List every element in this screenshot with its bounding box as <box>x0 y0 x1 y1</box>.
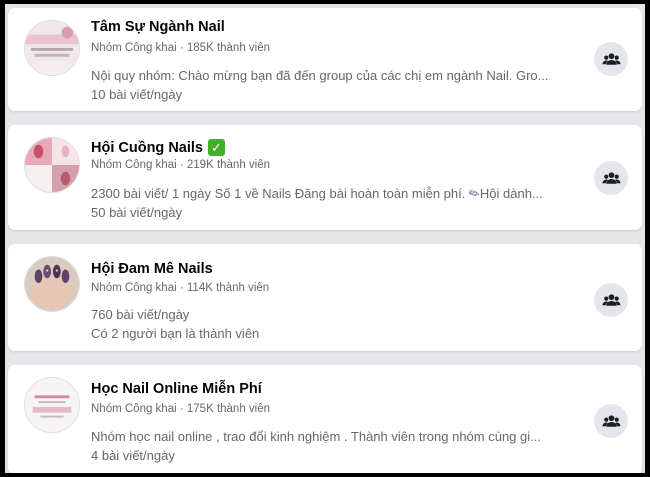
group-meta: Nhóm Công khai · 175K thành viên <box>91 403 270 415</box>
group-name[interactable]: Hội Cuồng Nails <box>91 140 203 156</box>
group-friends-info: Có 2 người bạn là thành viên <box>91 326 260 341</box>
group-description: Nội quy nhóm: Chào mừng bạn đã đến group… <box>91 68 549 83</box>
description-text: 2300 bài viết/ 1 ngày Số 1 về Nails Đăng… <box>91 186 466 201</box>
group-members: 114K thành viên <box>186 282 270 294</box>
group-avatar[interactable] <box>24 20 80 76</box>
group-privacy: Nhóm Công khai <box>91 159 177 171</box>
meta-separator: · <box>176 159 187 171</box>
group-activity: 10 bài viết/ngày <box>91 87 183 102</box>
group-people-icon <box>601 293 621 306</box>
group-activity: 4 bài viết/ngày <box>91 448 175 463</box>
group-avatar[interactable] <box>24 256 80 312</box>
results-list: Tâm Sự Ngành Nail Nhóm Công khai · 185K … <box>5 4 645 473</box>
join-group-button[interactable] <box>594 404 628 438</box>
meta-separator: · <box>176 403 187 415</box>
group-activity: 760 bài viết/ngày <box>91 307 190 322</box>
group-people-icon <box>601 414 621 427</box>
group-privacy: Nhóm Công khai <box>91 42 177 54</box>
group-name[interactable]: Tâm Sự Ngành Nail <box>91 19 225 35</box>
group-members: 219K thành viên <box>186 159 271 171</box>
group-card[interactable]: Học Nail Online Miễn Phí Nhóm Công khai … <box>8 365 642 473</box>
group-card[interactable]: Hội Cuồng Nails ✓ Nhóm Công khai · 219K … <box>8 125 642 230</box>
group-name[interactable]: Học Nail Online Miễn Phí <box>91 381 262 397</box>
group-meta: Nhóm Công khai · 219K thành viên <box>91 159 270 171</box>
group-avatar[interactable] <box>24 377 80 433</box>
group-description: Nhóm học nail online , trao đổi kinh ngh… <box>91 429 541 444</box>
group-members: 175K thành viên <box>186 403 271 415</box>
group-people-icon <box>601 52 621 65</box>
group-meta: Nhóm Công khai · 114K thành viên <box>91 282 269 294</box>
group-card[interactable]: Hội Đam Mê Nails Nhóm Công khai · 114K t… <box>8 244 642 351</box>
group-activity: 50 bài viết/ngày <box>91 205 183 220</box>
group-privacy: Nhóm Công khai <box>91 403 177 415</box>
meta-separator: · <box>176 282 187 294</box>
meta-separator: · <box>176 42 187 54</box>
group-card[interactable]: Tâm Sự Ngành Nail Nhóm Công khai · 185K … <box>8 8 642 111</box>
join-group-button[interactable] <box>594 283 628 317</box>
join-group-button[interactable] <box>594 42 628 76</box>
group-people-icon <box>601 171 621 184</box>
group-meta: Nhóm Công khai · 185K thành viên <box>91 42 270 54</box>
group-avatar[interactable] <box>24 137 80 193</box>
group-members: 185K thành viên <box>186 42 271 54</box>
join-group-button[interactable] <box>594 161 628 195</box>
group-name[interactable]: Hội Đam Mê Nails <box>91 261 213 277</box>
group-privacy: Nhóm Công khai <box>91 282 177 294</box>
verified-check-icon: ✓ <box>207 139 225 156</box>
group-description: 2300 bài viết/ 1 ngày Số 1 về Nails Đăng… <box>91 186 543 202</box>
description-text-more: Hội dành... <box>479 186 543 201</box>
